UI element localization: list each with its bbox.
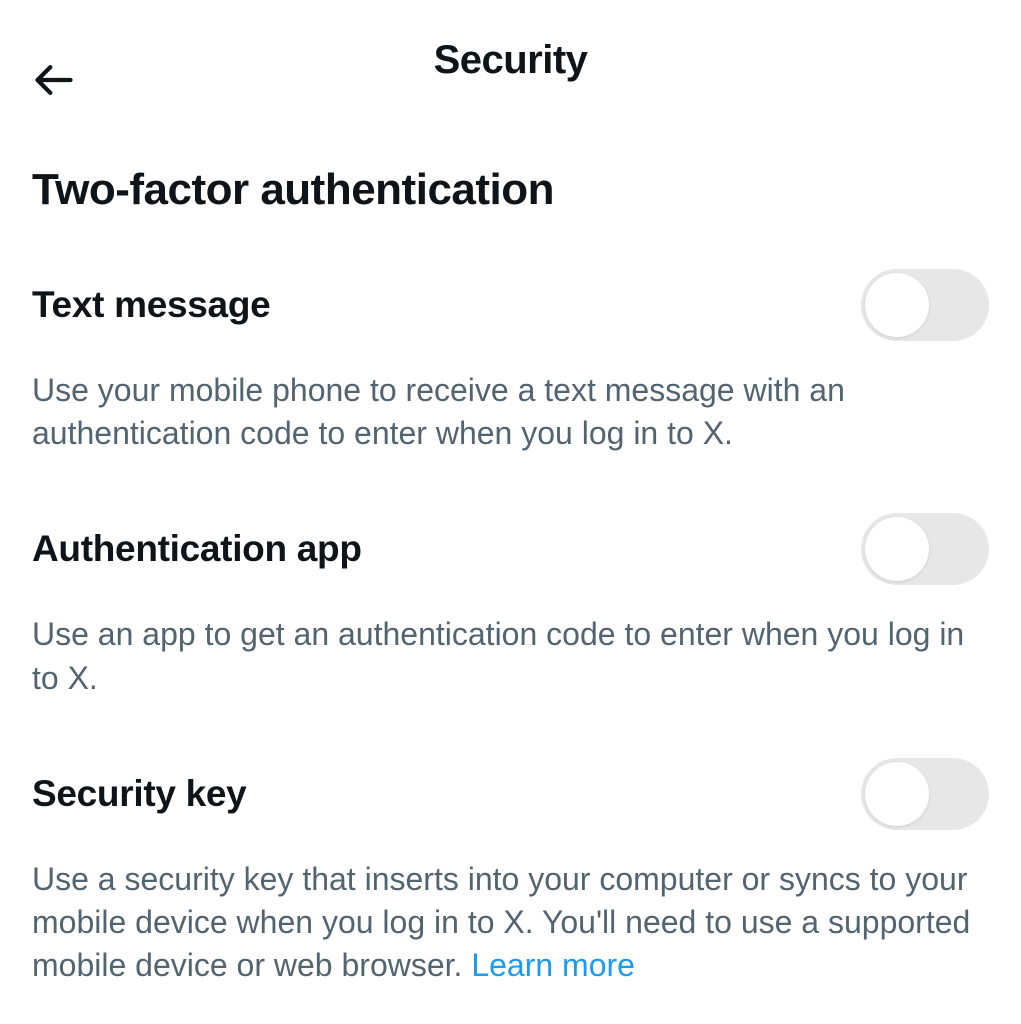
option-title-security-key: Security key [32,773,246,815]
page-title: Security [32,38,989,83]
option-header: Text message [32,269,989,341]
option-description-auth-app: Use an app to get an authentication code… [32,613,989,699]
option-header: Authentication app [32,513,989,585]
option-description-text-message: Use your mobile phone to receive a text … [32,369,989,455]
toggle-knob [865,762,929,826]
option-header: Security key [32,758,989,830]
back-button[interactable] [32,58,76,102]
option-auth-app: Authentication app Use an app to get an … [32,513,989,699]
header: Security [0,0,1021,107]
option-security-key: Security key Use a security key that ins… [32,758,989,988]
option-title-text-message: Text message [32,284,270,326]
toggle-knob [865,517,929,581]
option-description-security-key: Use a security key that inserts into you… [32,858,989,988]
toggle-knob [865,273,929,337]
option-text-message: Text message Use your mobile phone to re… [32,269,989,455]
content: Two-factor authentication Text message U… [0,165,1021,987]
option-title-auth-app: Authentication app [32,528,362,570]
toggle-auth-app[interactable] [861,513,989,585]
toggle-text-message[interactable] [861,269,989,341]
section-heading: Two-factor authentication [32,165,989,215]
arrow-left-icon [32,58,76,102]
learn-more-link[interactable]: Learn more [471,947,635,983]
toggle-security-key[interactable] [861,758,989,830]
